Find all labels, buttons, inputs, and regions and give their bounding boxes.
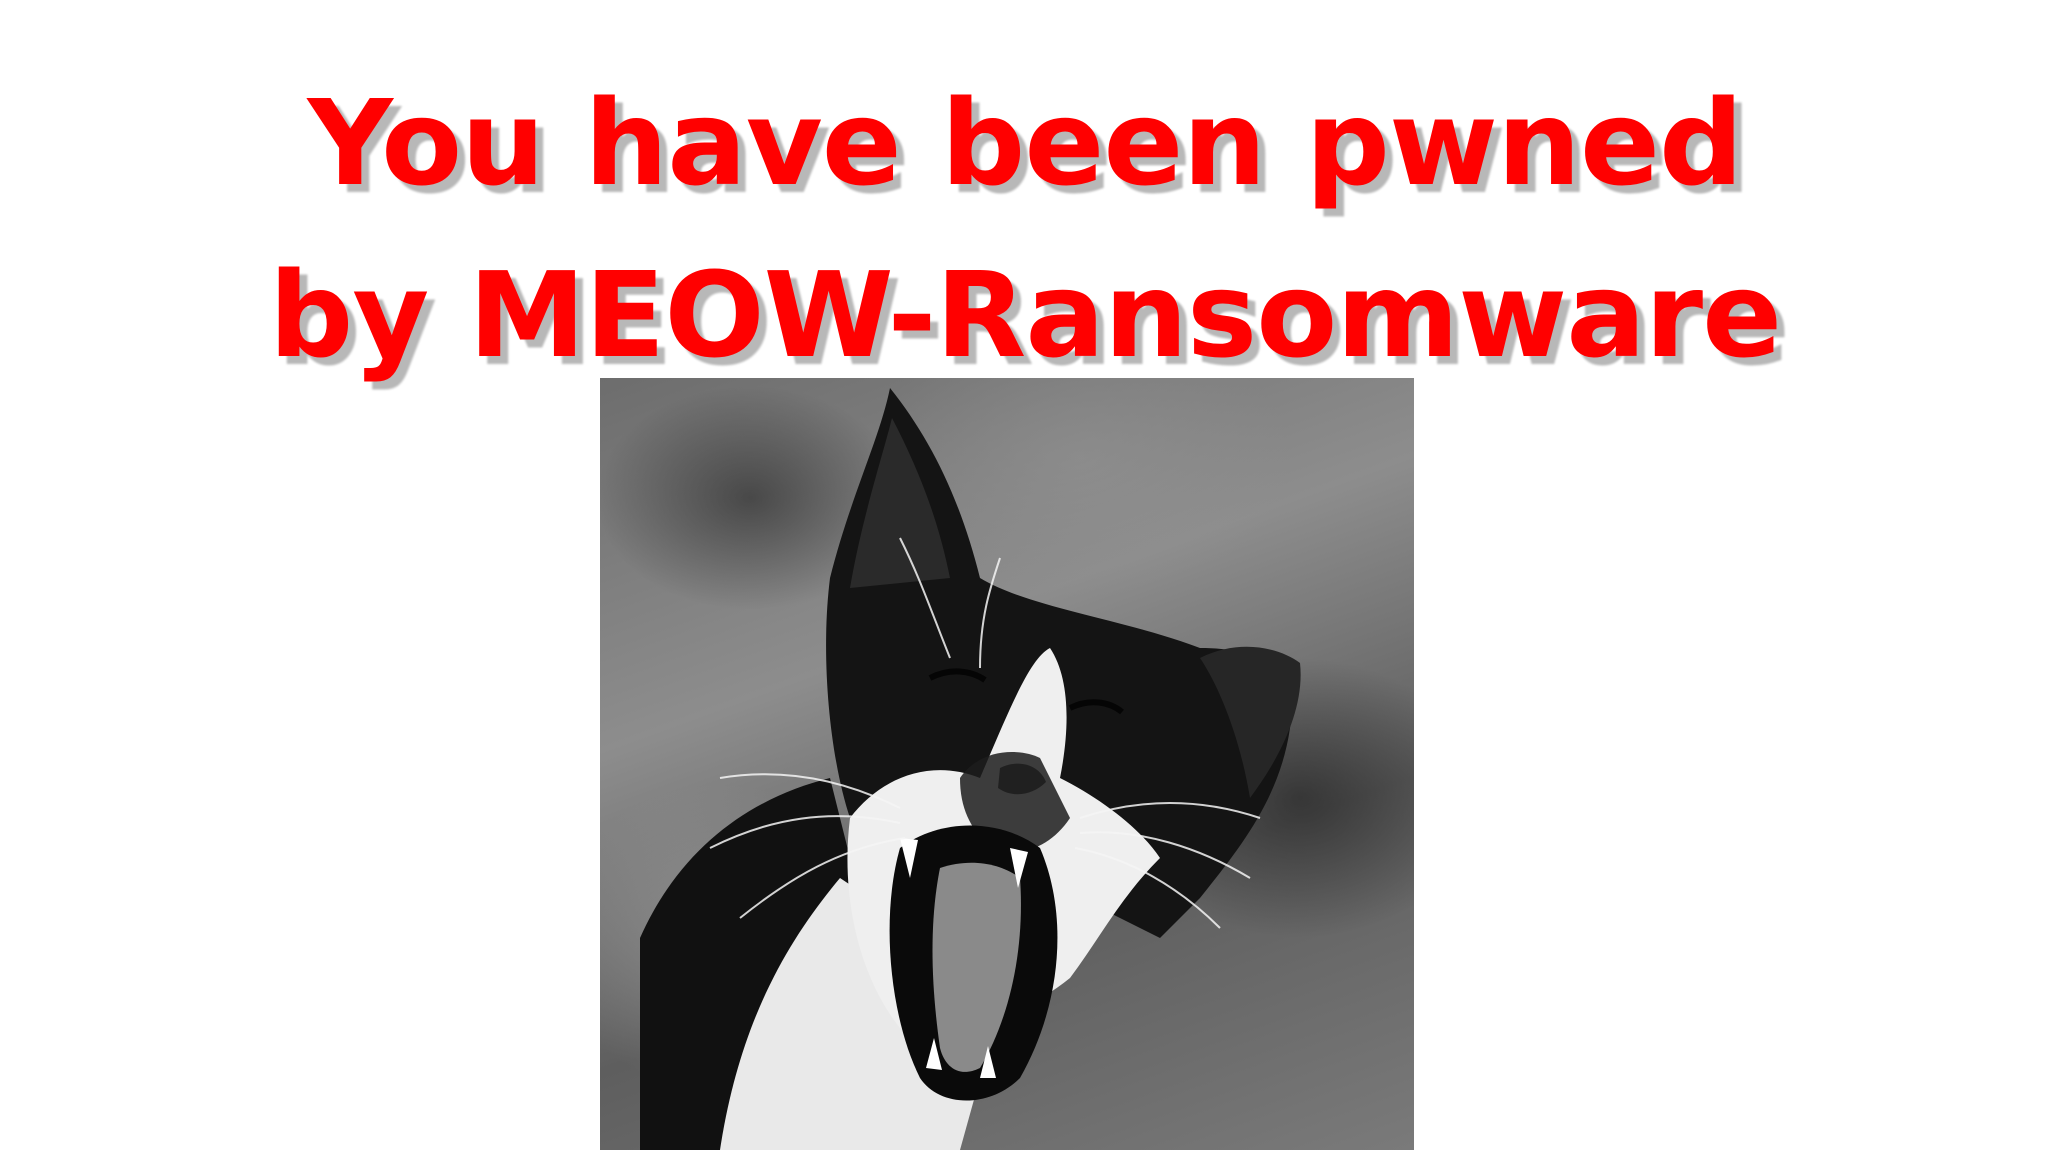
cat-photo <box>600 378 1414 1150</box>
hissing-cat-illustration <box>640 388 1301 1150</box>
headline-line-1: You have been pwned <box>307 74 1743 212</box>
headline-line-2: by MEOW-Ransomware <box>268 246 1782 384</box>
